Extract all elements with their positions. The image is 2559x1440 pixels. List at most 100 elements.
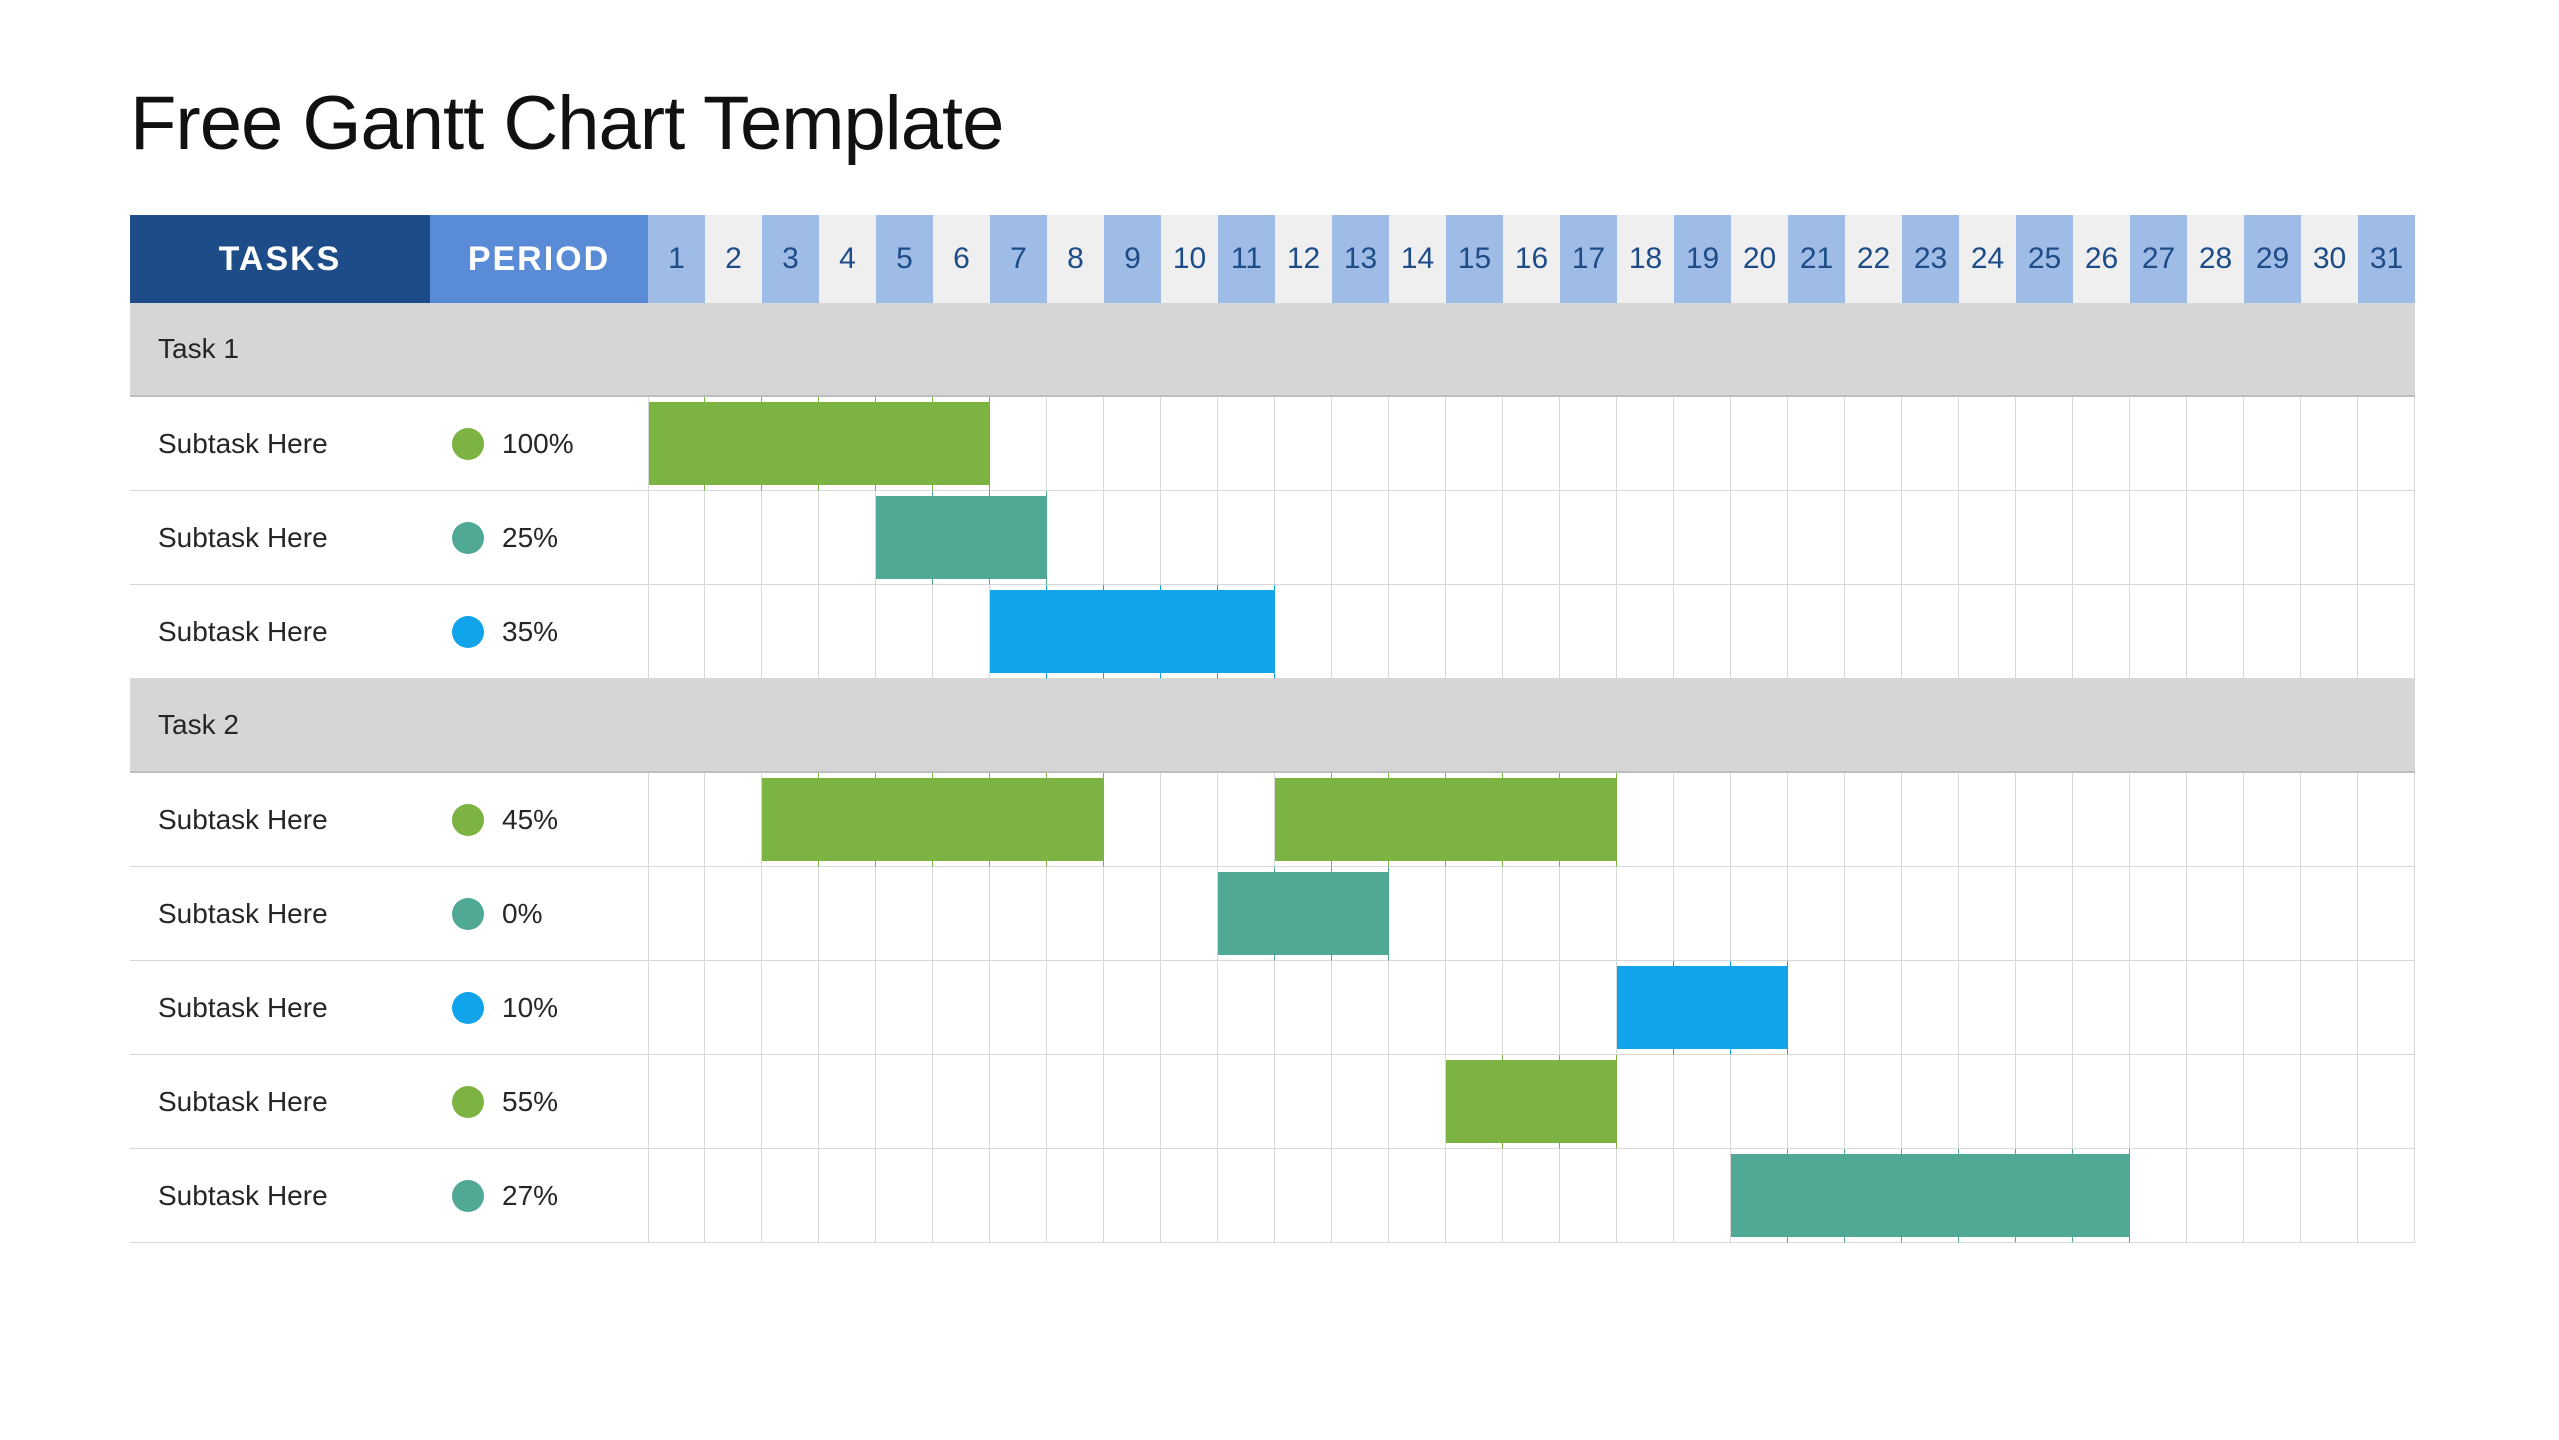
gantt-cell [1845,867,1902,961]
gantt-cell [1389,303,1446,397]
subtask-label: Subtask Here [130,1055,430,1149]
gantt-cell [1218,773,1275,867]
gantt-cell [1845,491,1902,585]
gantt-cell [1788,679,1845,773]
gantt-cell [1047,773,1104,867]
gantt-cell [2187,867,2244,961]
gantt-cell [1332,867,1389,961]
gantt-cell [819,679,876,773]
gantt-cell [1104,1149,1161,1243]
completion-pct: 10% [502,992,558,1024]
header-day-23: 23 [1902,215,1959,303]
gantt-cell [1446,867,1503,961]
gantt-cell [762,773,819,867]
gantt-cell [1389,397,1446,491]
gantt-cell [1275,303,1332,397]
gantt-cell [990,679,1047,773]
gantt-bar [2073,1154,2129,1237]
gantt-cell [2358,773,2415,867]
gantt-cell [1959,773,2016,867]
slide: Free Gantt Chart Template TASKSPERIOD123… [0,0,2559,1243]
gantt-cell [1218,1055,1275,1149]
gantt-cell [1161,773,1218,867]
gantt-bar [1560,1060,1616,1143]
gantt-cell [990,961,1047,1055]
header-day-18: 18 [1617,215,1674,303]
gantt-cell [1161,303,1218,397]
gantt-cell [2073,491,2130,585]
gantt-cell [2187,1055,2244,1149]
subtask-label: Subtask Here [130,1149,430,1243]
gantt-cell [1788,867,1845,961]
gantt-cell [648,491,705,585]
gantt-cell [1332,1055,1389,1149]
page-title: Free Gantt Chart Template [130,80,2429,167]
gantt-bar [1218,590,1274,673]
group-label: Task 1 [130,303,430,397]
gantt-cell [1275,773,1332,867]
header-day-4: 4 [819,215,876,303]
gantt-cell [2301,1149,2358,1243]
gantt-cell [2358,1149,2415,1243]
gantt-bar [933,778,989,861]
gantt-cell [2358,397,2415,491]
gantt-cell [1674,679,1731,773]
gantt-cell [1275,491,1332,585]
gantt-bar [762,778,818,861]
gantt-cell [762,303,819,397]
gantt-cell [1959,1149,2016,1243]
gantt-cell [1902,397,1959,491]
gantt-cell [2130,961,2187,1055]
gantt-cell [2301,679,2358,773]
gantt-bar [1047,590,1103,673]
gantt-cell [1503,961,1560,1055]
gantt-cell [1731,1149,1788,1243]
gantt-cell [1275,585,1332,679]
gantt-bar [1503,1060,1559,1143]
gantt-cell [1731,773,1788,867]
gantt-cell [1275,961,1332,1055]
gantt-cell [2016,397,2073,491]
gantt-bar [1731,1154,1787,1237]
gantt-cell [762,491,819,585]
gantt-cell [1389,1149,1446,1243]
gantt-cell [1560,679,1617,773]
gantt-cell [1674,303,1731,397]
subtask-label: Subtask Here [130,773,430,867]
gantt-cell [1218,867,1275,961]
header-day-10: 10 [1161,215,1218,303]
gantt-cell [2244,585,2301,679]
gantt-bar [876,402,932,485]
gantt-cell [933,679,990,773]
gantt-cell [990,1055,1047,1149]
gantt-bar [1446,778,1502,861]
gantt-cell [2187,961,2244,1055]
gantt-cell [1560,585,1617,679]
header-day-22: 22 [1845,215,1902,303]
gantt-cell [2016,679,2073,773]
gantt-cell [1275,397,1332,491]
gantt-cell [1617,1055,1674,1149]
gantt-cell [2130,397,2187,491]
gantt-cell [1617,585,1674,679]
gantt-cell [1902,303,1959,397]
gantt-bar [1104,590,1160,673]
gantt-bar [1161,590,1217,673]
gantt-cell [819,397,876,491]
gantt-cell [2187,679,2244,773]
gantt-cell [1275,867,1332,961]
gantt-chart: TASKSPERIOD12345678910111213141516171819… [130,215,2429,1243]
header-day-24: 24 [1959,215,2016,303]
gantt-cell [1902,1055,1959,1149]
subtask-period: 55% [430,1055,648,1149]
header-day-9: 9 [1104,215,1161,303]
gantt-cell [2358,961,2415,1055]
gantt-bar [705,402,761,485]
gantt-cell [1104,303,1161,397]
gantt-cell [1674,1055,1731,1149]
gantt-cell [705,397,762,491]
gantt-cell [2358,867,2415,961]
gantt-cell [1674,961,1731,1055]
gantt-cell [705,679,762,773]
header-day-6: 6 [933,215,990,303]
